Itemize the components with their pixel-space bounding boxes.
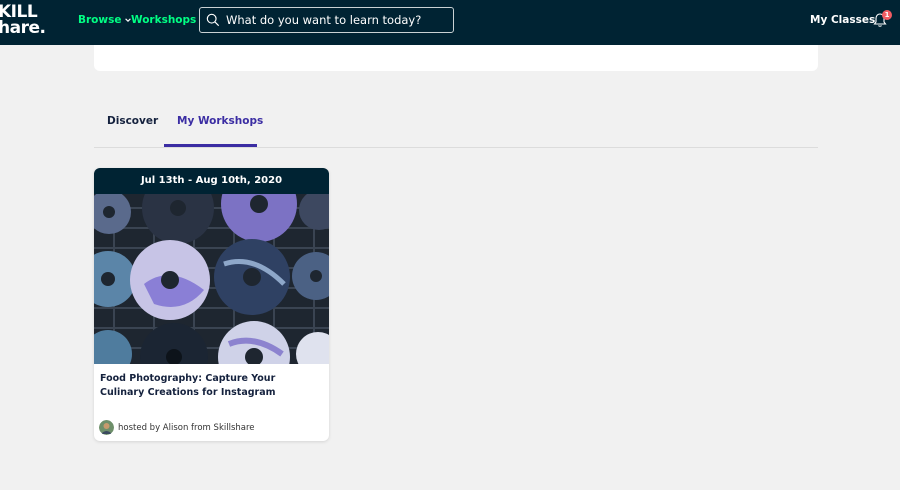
host-label: hosted by Alison from Skillshare (118, 422, 255, 433)
tab-my-workshops[interactable]: My Workshops (177, 115, 263, 127)
logo-line-2: hare. (0, 18, 46, 38)
top-navigation-bar: KILL hare. Browse Workshops My Classes 1 (0, 0, 900, 45)
tab-discover[interactable]: Discover (107, 115, 158, 127)
notification-badge: 1 (882, 10, 892, 20)
active-tab-indicator (164, 144, 257, 147)
workshop-host: hosted by Alison from Skillshare (99, 420, 255, 435)
my-classes-link[interactable]: My Classes (810, 14, 875, 26)
browse-label: Browse (78, 14, 122, 26)
workshop-thumbnail (94, 194, 329, 364)
workshop-title[interactable]: Food Photography: Capture Your Culinary … (100, 372, 322, 399)
content-panel (94, 45, 818, 71)
browse-menu[interactable]: Browse (78, 14, 132, 26)
workshop-card[interactable]: Jul 13th - Aug 10th, 2020 Food Photograp… (94, 168, 329, 441)
workshops-link[interactable]: Workshops (131, 14, 196, 26)
host-avatar (99, 420, 114, 435)
skillshare-logo[interactable]: KILL hare. (0, 4, 46, 38)
workshop-tabs: Discover My Workshops (94, 100, 818, 148)
search-bar[interactable] (199, 7, 454, 33)
search-input[interactable] (226, 13, 446, 27)
workshop-date-range: Jul 13th - Aug 10th, 2020 (94, 168, 329, 194)
search-icon (206, 13, 220, 27)
